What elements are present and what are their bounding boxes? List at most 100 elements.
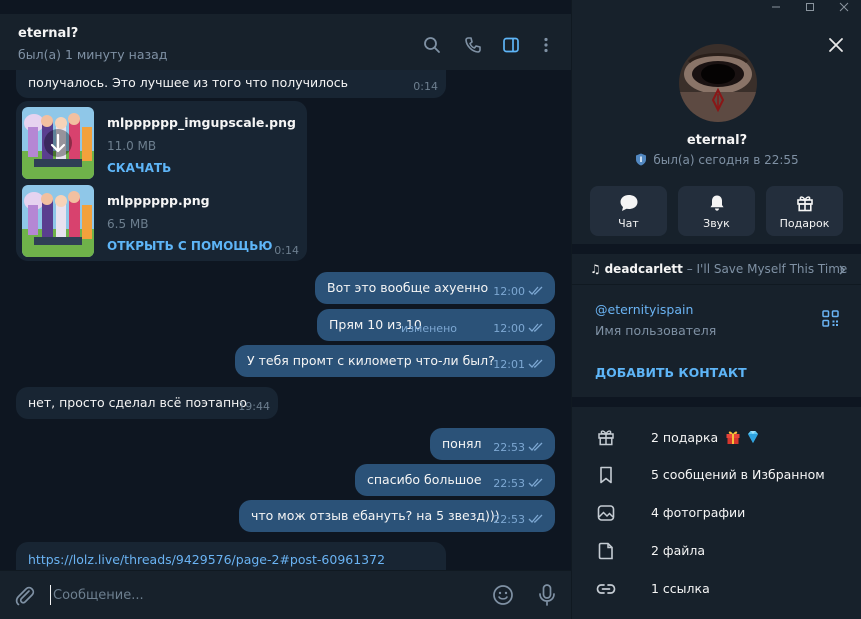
message-text: что мож отзыв ебануть? на 5 звезд))) (251, 508, 500, 523)
profile-status-text: был(а) сегодня в 22:55 (653, 153, 799, 167)
close-icon[interactable] (825, 34, 847, 56)
attach-icon[interactable] (14, 585, 36, 611)
bookmark-icon (596, 465, 616, 485)
search-icon[interactable] (421, 34, 443, 56)
text-caret (50, 585, 51, 605)
message-time: 19:44 (238, 400, 270, 413)
message-incoming[interactable]: https://lolz.live/threads/9429576/page-2… (16, 542, 446, 570)
message-time: 22:53 (493, 513, 525, 526)
username-label: Имя пользователя (595, 323, 717, 338)
read-check-icon (528, 442, 543, 451)
file-item[interactable]: mlpppppp.png 6.5 MB ОТКРЫТЬ С ПОМОЩЬЮ (16, 185, 306, 259)
chevron-right-icon (839, 265, 846, 275)
file-size: 6.5 MB (107, 217, 149, 231)
message-text: понял (442, 436, 482, 451)
message-incoming[interactable]: нет, просто сделал всё поэтапно 19:44 (16, 387, 278, 419)
sidebar-toggle-icon[interactable] (500, 34, 522, 56)
telegram-window: eternal? был(а) 1 минуту назад получалос… (0, 0, 861, 619)
message-outgoing[interactable]: У тебя промт с километр что-ли был? 12:0… (235, 345, 555, 377)
chat-area: eternal? был(а) 1 минуту назад получалос… (0, 0, 571, 619)
media-label: 1 ссылка (651, 581, 710, 596)
microphone-icon[interactable] (536, 583, 558, 611)
message-outgoing[interactable]: Вот это вообще ахуенно 12:00 (315, 272, 555, 304)
music-text: ♫ deadcarlett – I'll Save Myself This Ti… (590, 262, 847, 276)
maximize-icon[interactable] (793, 0, 827, 14)
chat-status: был(а) 1 минуту назад (18, 47, 168, 62)
chat-icon (590, 194, 667, 212)
read-check-icon (528, 286, 543, 295)
diamond-icon (748, 431, 759, 443)
media-row-photos[interactable]: 4 фотографии (572, 494, 861, 532)
message-time: 0:14 (274, 244, 299, 257)
message-outgoing[interactable]: что мож отзыв ебануть? на 5 звезд))) 22:… (239, 500, 555, 532)
gift-icon (596, 427, 616, 447)
message-outgoing[interactable]: спасибо большое 22:53 (355, 464, 555, 496)
media-label: 4 фотографии (651, 505, 746, 520)
music-status[interactable]: ♫ deadcarlett – I'll Save Myself This Ti… (572, 254, 861, 284)
bell-icon (678, 194, 755, 212)
music-separator: – (682, 262, 697, 276)
open-with-link[interactable]: ОТКРЫТЬ С ПОМОЩЬЮ (107, 239, 272, 253)
file-thumbnail[interactable] (22, 107, 94, 179)
section-divider (572, 397, 861, 407)
file-size: 11.0 MB (107, 139, 157, 153)
music-artist: deadcarlett (604, 262, 683, 276)
add-contact-button[interactable]: ДОБАВИТЬ КОНТАКТ (595, 365, 747, 380)
media-row-gifts[interactable]: 2 подарка (572, 418, 861, 456)
message-outgoing[interactable]: понял 22:53 (430, 428, 555, 460)
download-link[interactable]: СКАЧАТЬ (107, 161, 171, 175)
message-text: спасибо большое (367, 472, 482, 487)
message-time: 12:00 (493, 322, 525, 335)
emoji-icon[interactable] (492, 584, 514, 610)
message-list[interactable]: получалось. Это лучшее из того что получ… (0, 70, 571, 570)
file-icon (596, 541, 616, 561)
chat-button[interactable]: Чат (590, 186, 667, 236)
chat-title[interactable]: eternal? (18, 26, 78, 41)
chat-button-label: Чат (618, 217, 639, 230)
message-time: 12:00 (493, 285, 525, 298)
minimize-icon[interactable] (759, 0, 793, 14)
media-row-links[interactable]: 1 ссылка (572, 570, 861, 608)
read-check-icon (528, 359, 543, 368)
profile-status: был(а) сегодня в 22:55 (572, 153, 861, 167)
gift-box-icon (726, 431, 740, 444)
message-files[interactable]: mlpppppp_imgupscale.png 11.0 MB СКАЧАТЬ (16, 101, 307, 261)
media-label: 5 сообщений в Избранном (651, 467, 825, 482)
file-thumbnail[interactable] (22, 185, 94, 257)
photo-icon (596, 503, 616, 523)
file-item[interactable]: mlpppppp_imgupscale.png 11.0 MB СКАЧАТЬ (16, 107, 306, 181)
message-text: Вот это вообще ахуенно (327, 280, 489, 295)
more-icon[interactable] (535, 34, 557, 56)
profile-name: eternal? (686, 133, 748, 148)
message-input[interactable]: Сообщение... (53, 588, 144, 603)
qr-code-icon[interactable] (822, 310, 839, 331)
file-name: mlpppppp.png (107, 193, 210, 208)
read-check-icon (528, 478, 543, 487)
music-note-icon: ♫ (590, 262, 601, 276)
sound-button-label: Звук (703, 217, 730, 230)
message-time: 22:53 (493, 441, 525, 454)
media-label: 2 файла (651, 543, 706, 558)
username-link[interactable]: @eternityispain (595, 302, 693, 317)
chat-header[interactable]: eternal? был(а) 1 минуту назад (0, 14, 571, 70)
message-composer: Сообщение... (0, 570, 571, 619)
shield-icon (636, 153, 647, 166)
message-incoming[interactable]: получалось. Это лучшее из того что получ… (16, 70, 446, 98)
message-text: нет, просто сделал всё поэтапно (28, 395, 247, 410)
avatar[interactable] (679, 44, 757, 122)
message-time: 22:53 (493, 477, 525, 490)
message-link[interactable]: https://lolz.live/threads/9429576/page-2… (28, 552, 385, 567)
link-icon (596, 579, 616, 599)
gifts-count: 2 подарка (651, 430, 719, 445)
window-close-icon[interactable] (827, 0, 861, 14)
phone-icon[interactable] (462, 34, 484, 56)
gift-button[interactable]: Подарок (766, 186, 843, 236)
message-time: 12:01 (493, 358, 525, 371)
message-outgoing[interactable]: Прям 10 из 10 изменено 12:00 (317, 309, 555, 341)
section-divider (572, 284, 861, 285)
media-row-files[interactable]: 2 файла (572, 532, 861, 570)
profile-panel: eternal? был(а) сегодня в 22:55 Чат Звук… (571, 0, 861, 619)
media-row-saved[interactable]: 5 сообщений в Избранном (572, 456, 861, 494)
message-time: 0:14 (413, 80, 438, 93)
sound-button[interactable]: Звук (678, 186, 755, 236)
